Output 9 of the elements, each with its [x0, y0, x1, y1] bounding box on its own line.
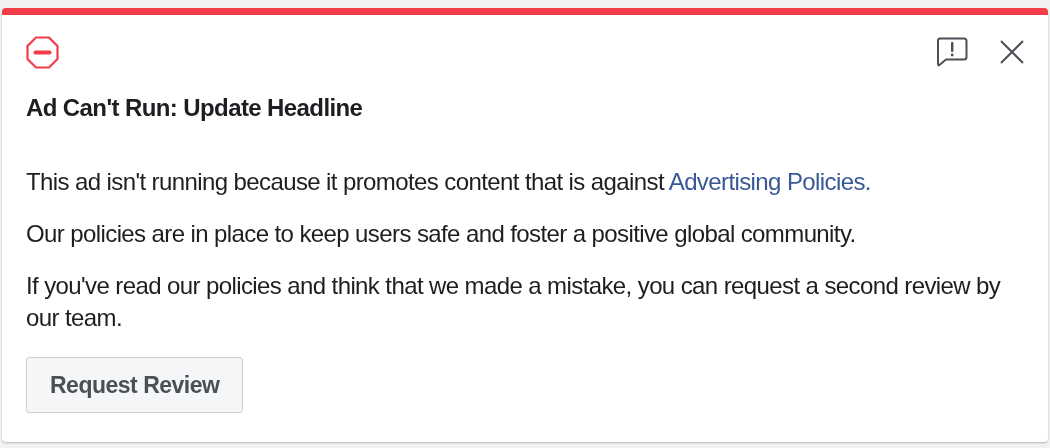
- request-review-button[interactable]: Request Review: [26, 357, 244, 413]
- alert-message: This ad isn't running because it promotes content that is against Advertising Policies.: [26, 167, 872, 197]
- alert-title: Ad Can't Run: Update Headline: [26, 94, 364, 122]
- stop-icon: [26, 35, 59, 69]
- close-icon[interactable]: [1000, 40, 1024, 64]
- report-icon[interactable]: [936, 37, 968, 67]
- alert-message: Our policies are in place to keep users safe and foster a positive global community.: [26, 219, 857, 249]
- policies-link[interactable]: Advertising Policies.: [668, 168, 871, 195]
- alert-message: If you've read our policies and think that we made a mistake, you can request a second review by our team.: [26, 271, 1002, 333]
